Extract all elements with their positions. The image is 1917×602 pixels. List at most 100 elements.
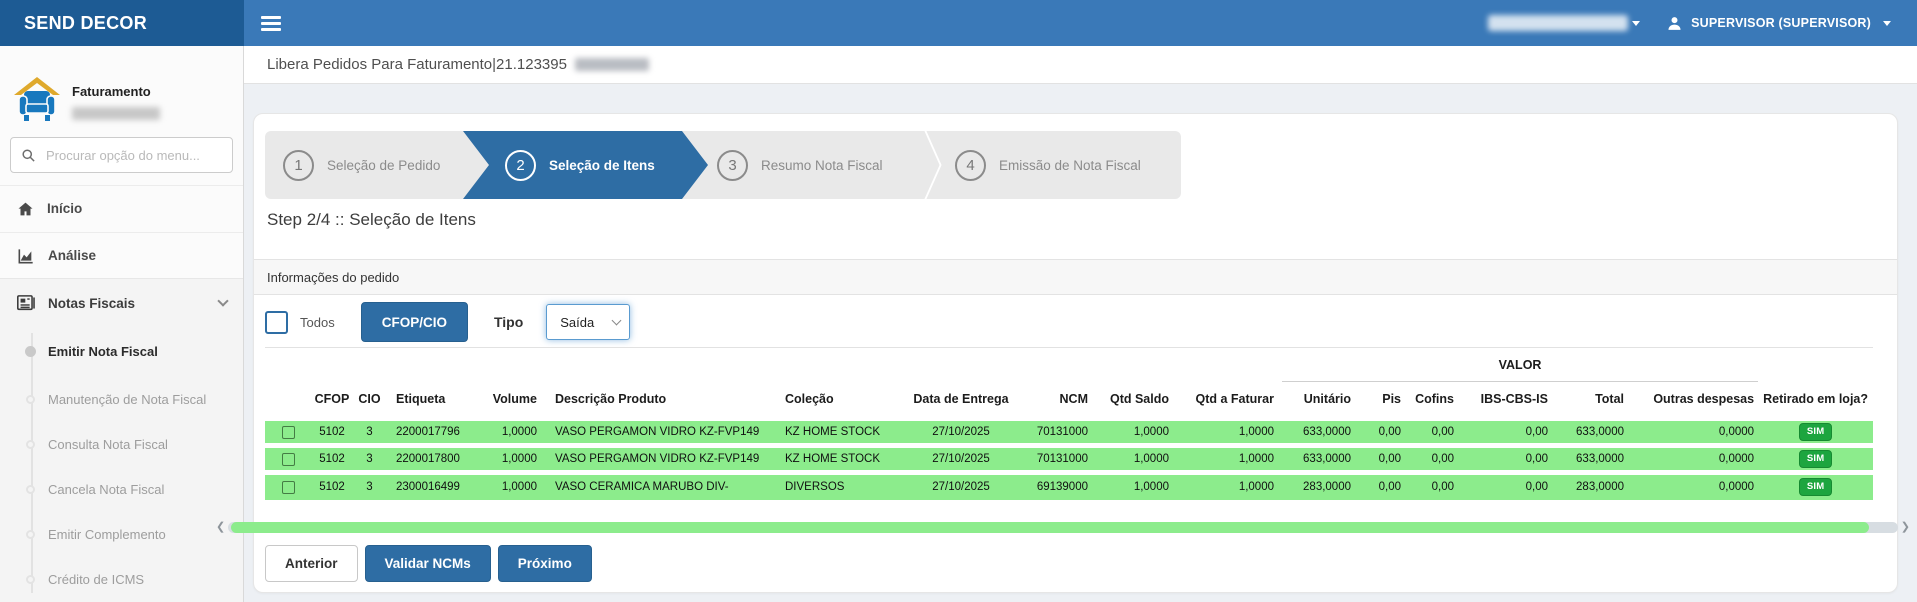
submenu-dot-icon: [25, 346, 36, 357]
home-icon: [17, 201, 34, 217]
table-cell: 1,0000: [1177, 473, 1282, 500]
redacted-company-name: [72, 107, 160, 120]
scrollbar-track[interactable]: [228, 522, 1898, 533]
select-all-checkbox[interactable]: [265, 311, 288, 334]
brand-logo: SEND DECOR: [0, 0, 244, 46]
row-checkbox[interactable]: [282, 453, 295, 466]
column-header: Total: [1554, 382, 1631, 419]
tipo-select[interactable]: Saída: [546, 304, 630, 340]
table-cell: VASO PERGAMON VIDRO KZ-FVP149: [541, 419, 771, 446]
table-cell: 0,00: [1359, 446, 1406, 473]
table-cell: 5102: [311, 473, 353, 500]
sidebar-item-notas-fiscais[interactable]: Notas Fiscais: [0, 279, 243, 327]
submenu-item-label: Crédito de ICMS: [48, 572, 144, 587]
table-cell: 0,00: [1406, 419, 1461, 446]
armchair-logo-icon: [12, 74, 62, 126]
step-number-badge: 2: [505, 150, 536, 181]
column-header: CIO: [353, 382, 386, 419]
chart-icon: [17, 248, 35, 264]
column-header: Volume: [476, 382, 541, 419]
table-cell: 0,00: [1406, 446, 1461, 473]
submenu-item[interactable]: Manutenção de Nota Fiscal: [0, 384, 243, 414]
menu-search-box: [10, 137, 233, 173]
table-row[interactable]: 510232200017796 1,0000 VASO PERGAMON VIDRO…: [265, 419, 1873, 446]
table-cell: DIVERSOS: [771, 473, 901, 500]
menu-search-input[interactable]: [46, 148, 222, 163]
filter-controls: Todos CFOP/CIO Tipo Saída: [265, 298, 630, 346]
column-header: NCM: [1021, 382, 1096, 419]
table-cell: 1,0000: [1096, 446, 1177, 473]
row-checkbox[interactable]: [282, 481, 295, 494]
user-name-label: SUPERVISOR (SUPERVISOR): [1691, 16, 1871, 30]
cfop-cio-button[interactable]: CFOP/CIO: [361, 302, 468, 342]
table-cell: 5102: [311, 419, 353, 446]
table-body: 510232200017796 1,0000 VASO PERGAMON VIDRO…: [265, 419, 1873, 500]
column-header: Qtd a Faturar: [1177, 382, 1282, 419]
sidebar-item-analise[interactable]: Análise: [0, 232, 243, 278]
wizard-step[interactable]: 4Emissão de Nota Fiscal: [955, 131, 1141, 199]
table-cell: 633,0000: [1282, 446, 1359, 473]
user-menu[interactable]: SUPERVISOR (SUPERVISOR): [1666, 15, 1891, 32]
scrollbar-thumb[interactable]: [231, 522, 1869, 533]
sidebar: Faturamento Início Análise Notas Fiscais: [0, 46, 244, 602]
section-header-label: Informações do pedido: [267, 270, 399, 285]
menu-toggle-icon[interactable]: [244, 0, 298, 46]
anterior-button[interactable]: Anterior: [265, 545, 358, 582]
table-cell: 69139000: [1021, 473, 1096, 500]
table-cell: VASO CERAMICA MARUBO DIV-: [541, 473, 771, 500]
table-cell: 27/10/2025: [901, 419, 1021, 446]
submenu-item[interactable]: Crédito de ICMS: [0, 564, 243, 594]
table-cell: 2200017800: [386, 446, 476, 473]
validar-ncms-button[interactable]: Validar NCMs: [365, 545, 491, 582]
table-cell: 0,00: [1461, 419, 1554, 446]
step-number-badge: 3: [717, 150, 748, 181]
sidebar-item-inicio[interactable]: Início: [0, 185, 243, 231]
redacted-client-name: [575, 58, 649, 71]
scroll-right-icon[interactable]: ❯: [1901, 520, 1910, 534]
table-cell: 0,00: [1359, 473, 1406, 500]
submenu-dot-icon: [26, 395, 35, 404]
table-cell: 0,0000: [1631, 419, 1758, 446]
column-header: Pis: [1359, 382, 1406, 419]
table-row[interactable]: 5102322000178001,0000VASO PERGAMON VIDRO…: [265, 446, 1873, 473]
valor-group-header: VALOR: [1282, 348, 1758, 382]
table-cell: 0,00: [1359, 419, 1406, 446]
submenu-item[interactable]: Cancela Nota Fiscal: [0, 474, 243, 504]
main-content: Libera Pedidos Para Faturamento|21.12339…: [244, 46, 1917, 602]
table-row[interactable]: 5102323000164991,0000VASO CERAMICA MARUB…: [265, 473, 1873, 500]
top-navbar: SEND DECOR SUPERVISOR (SUPERVISOR): [0, 0, 1917, 46]
table-cell: 0,00: [1461, 473, 1554, 500]
submenu-item[interactable]: Emitir Nota Fiscal: [0, 336, 243, 366]
submenu-dot-icon: [26, 485, 35, 494]
store-selector[interactable]: [1488, 15, 1640, 31]
column-header: Qtd Saldo: [1096, 382, 1177, 419]
navbar-right: SUPERVISOR (SUPERVISOR): [1488, 0, 1917, 46]
table-cell: 1,0000: [1177, 419, 1282, 446]
submenu-item[interactable]: Emitir Complemento: [0, 519, 243, 549]
table-cell: 3: [353, 473, 386, 500]
chevron-down-icon[interactable]: [217, 295, 228, 306]
table-header-row: CFOPCIOEtiquetaVolumeDescrição ProdutoCo…: [265, 382, 1873, 419]
wizard-step[interactable]: 1Seleção de Pedido: [283, 131, 440, 199]
submenu-dot-icon: [26, 530, 35, 539]
scroll-left-icon[interactable]: ❮: [216, 520, 225, 534]
chevron-down-icon: [1883, 21, 1891, 26]
submenu-item-label: Emitir Nota Fiscal: [48, 344, 158, 359]
proximo-button[interactable]: Próximo: [498, 545, 592, 582]
sidebar-app-title: Faturamento: [72, 84, 160, 99]
submenu-item[interactable]: Consulta Nota Fiscal: [0, 429, 243, 459]
sidebar-section-notas-fiscais: Notas Fiscais Emitir Nota Fiscal Manutenç…: [0, 278, 243, 602]
table-cell: 70131000: [1021, 446, 1096, 473]
table-cell: 2200017796: [386, 419, 476, 446]
column-header: Retirado em loja?: [1758, 382, 1873, 419]
step-label: Resumo Nota Fiscal: [761, 158, 883, 173]
step-label: Emissão de Nota Fiscal: [999, 158, 1141, 173]
table-cell: VASO PERGAMON VIDRO KZ-FVP149: [541, 446, 771, 473]
submenu-item-label: Emitir Complemento: [48, 527, 166, 542]
table-cell: 3: [353, 419, 386, 446]
wizard-step[interactable]: 3 Resumo Nota Fiscal: [717, 131, 883, 199]
wizard-step[interactable]: 2Seleção de Itens: [505, 131, 655, 199]
table-cell: 27/10/2025: [901, 446, 1021, 473]
row-checkbox[interactable]: [282, 426, 295, 439]
column-header: CFOP: [311, 382, 353, 419]
